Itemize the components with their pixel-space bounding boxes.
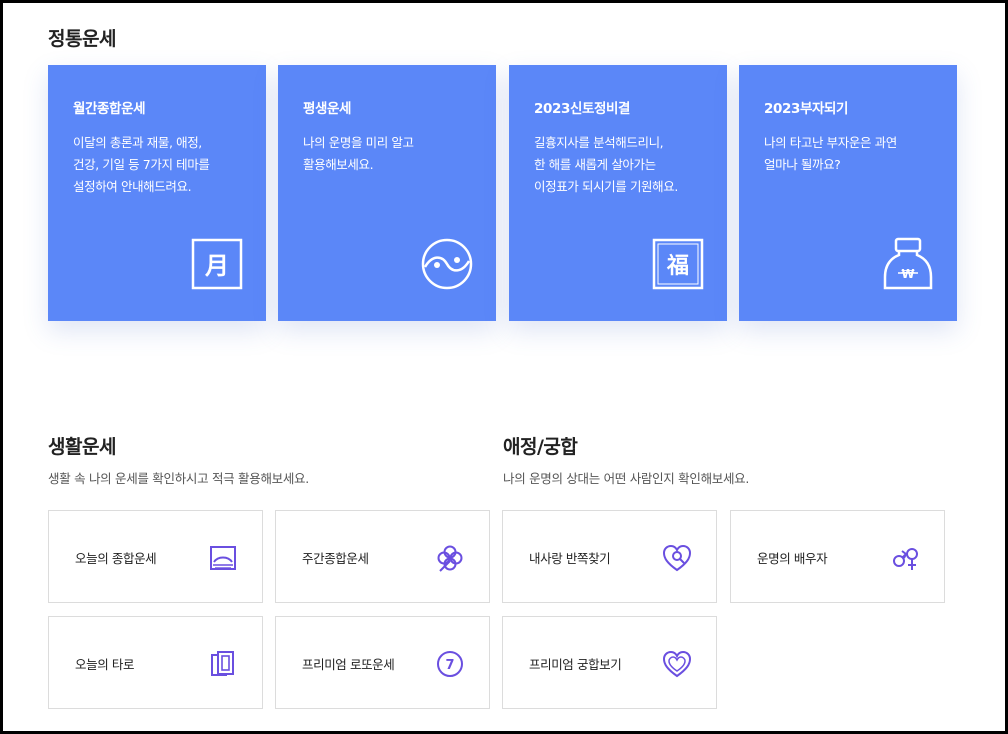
card-title: 2023신토정비결 [534,101,631,117]
card-desc: 나의 타고난 부자운은 과연 얼마나 될까요? [764,135,897,172]
sunrise-frame-icon [208,543,238,573]
svg-text:月: 月 [204,252,229,280]
card-wealth-fortune[interactable]: 2023부자되기 나의 타고난 부자운은 과연 얼마나 될까요? ₩ [739,65,957,321]
moon-month-icon: 月 [190,237,244,291]
love-item-find-half[interactable]: 내사랑 반쪽찾기 [502,510,717,603]
money-pouch-icon: ₩ [881,237,935,291]
lotto-seven-icon: 7 [435,649,465,679]
card-desc: 길흉지사를 분석해드리니, 한 해를 새롭게 살아가는 이정표가 되시기를 기원… [534,135,678,194]
card-title: 월간종합운세 [73,101,146,117]
fortune-bok-icon: 福 [651,237,705,291]
main-section-title: 정통운세 [48,28,116,50]
heart-outline-icon [662,649,692,679]
card-title: 2023부자되기 [764,101,849,117]
life-item-today-fortune[interactable]: 오늘의 종합운세 [48,510,263,603]
tarot-cards-icon [208,649,238,679]
life-item-weekly-fortune[interactable]: 주간종합운세 [275,510,490,603]
love-section-desc: 나의 운명의 상대는 어떤 사람인지 확인해보세요. [503,471,750,486]
gender-symbols-icon [890,543,920,573]
yin-yang-icon [420,237,474,291]
item-label: 주간종합운세 [302,551,369,566]
card-title: 평생운세 [303,101,352,117]
love-item-premium-compat[interactable]: 프리미엄 궁합보기 [502,616,717,709]
svg-text:₩: ₩ [901,267,915,281]
item-label: 프리미엄 궁합보기 [529,657,622,672]
love-item-destined-spouse[interactable]: 운명의 배우자 [730,510,945,603]
card-lifetime-fortune[interactable]: 평생운세 나의 운명을 미리 알고 활용해보세요. [278,65,496,321]
item-label: 내사랑 반쪽찾기 [529,551,611,566]
card-monthly-fortune[interactable]: 월간종합운세 이달의 총론과 재물, 애정, 건강, 기일 등 7가지 테마를 … [48,65,266,321]
love-section-title: 애정/궁합 [503,436,578,458]
card-tojeong-fortune[interactable]: 2023신토정비결 길흉지사를 분석해드리니, 한 해를 새롭게 살아가는 이정… [509,65,727,321]
life-section-title: 생활운세 [48,436,116,458]
item-label: 프리미엄 로또운세 [302,657,395,672]
card-desc: 이달의 총론과 재물, 애정, 건강, 기일 등 7가지 테마를 설정하여 안내… [73,135,210,194]
heart-search-icon [662,543,692,573]
life-item-premium-lotto[interactable]: 프리미엄 로또운세 7 [275,616,490,709]
svg-text:7: 7 [445,658,454,673]
item-label: 오늘의 타로 [75,657,135,672]
life-section-desc: 생활 속 나의 운세를 확인하시고 적극 활용해보세요. [48,471,309,486]
svg-text:福: 福 [666,254,689,279]
card-desc: 나의 운명을 미리 알고 활용해보세요. [303,135,414,172]
item-label: 운명의 배우자 [757,551,828,566]
item-label: 오늘의 종합운세 [75,551,157,566]
clover-icon [435,543,465,573]
life-item-today-tarot[interactable]: 오늘의 타로 [48,616,263,709]
